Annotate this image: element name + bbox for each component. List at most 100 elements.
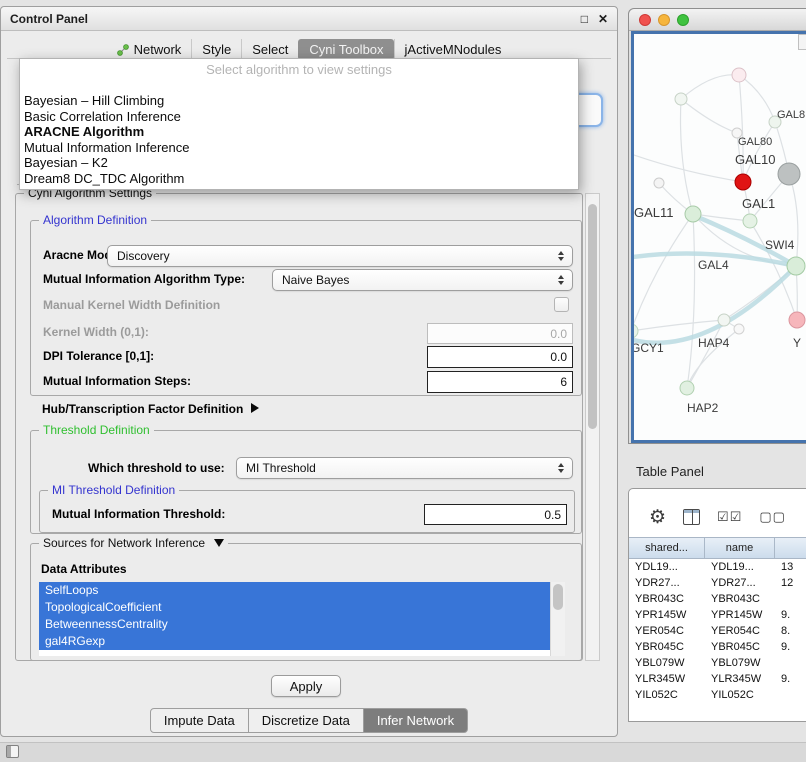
mi-type-combo[interactable]: Naive Bayes xyxy=(272,269,573,291)
scrollbar-thumb[interactable] xyxy=(553,584,563,610)
algorithm-definition-title: Algorithm Definition xyxy=(39,213,151,227)
hub-section-toggle[interactable]: Hub/Transcription Factor Definition xyxy=(42,402,259,416)
sources-group-title[interactable]: Sources for Network Inference xyxy=(39,536,228,550)
collapsed-arrow-icon xyxy=(251,403,259,413)
attribute-item[interactable]: gal4RGexp xyxy=(39,633,550,650)
table-row[interactable]: YER054CYER054C8. xyxy=(629,623,806,639)
aracne-mode-combo[interactable]: Discovery xyxy=(107,245,573,267)
columns-icon[interactable] xyxy=(683,509,700,525)
network-edge xyxy=(789,174,798,266)
tab-label: Network xyxy=(134,42,182,57)
column-header[interactable]: shared... xyxy=(629,538,705,558)
table-row[interactable]: YPR145WYPR145W9. xyxy=(629,607,806,623)
data-attributes-list: SelfLoopsTopologicalCoefficientBetweenne… xyxy=(39,582,565,656)
network-node[interactable] xyxy=(675,93,687,105)
kernel-width-value: 0.0 xyxy=(550,327,567,341)
table-row[interactable]: YBL079WYBL079W xyxy=(629,655,806,671)
network-node[interactable] xyxy=(743,214,757,228)
attribute-item[interactable]: SelfLoops xyxy=(39,582,550,599)
attribute-item[interactable]: TopologicalCoefficient xyxy=(39,599,550,616)
table-panel-window: ⚙ ☑☑ ▢▢ shared...name YDL19...YDL19...13… xyxy=(628,488,806,722)
canvas-scroll-corner xyxy=(798,34,806,50)
tab-infer-network[interactable]: Infer Network xyxy=(364,708,468,733)
tab-jactivemnodules[interactable]: jActiveMNodules xyxy=(394,39,512,60)
table-cell: YBR045C xyxy=(629,639,705,655)
algorithm-option[interactable]: Basic Correlation Inference xyxy=(20,109,578,125)
control-panel-window: Control Panel □ ✕ Network Style Select C… xyxy=(0,6,618,737)
tab-network[interactable]: Network xyxy=(107,39,192,60)
close-icon[interactable]: ✕ xyxy=(598,12,608,26)
table-row[interactable]: YBR043CYBR043C xyxy=(629,591,806,607)
mi-threshold-label: Mutual Information Threshold: xyxy=(52,507,225,521)
network-node-label: HAP4 xyxy=(698,336,730,350)
manual-kernel-checkbox[interactable] xyxy=(554,297,569,312)
which-threshold-combo[interactable]: MI Threshold xyxy=(236,457,573,479)
algorithm-dropdown-list: Bayesian – Hill ClimbingBasic Correlatio… xyxy=(20,93,578,186)
network-node[interactable] xyxy=(685,206,701,222)
minimize-traffic-light[interactable] xyxy=(658,14,670,26)
table-cell: YIL052C xyxy=(629,687,705,703)
tab-style[interactable]: Style xyxy=(191,39,241,60)
tab-cyni-toolbox[interactable]: Cyni Toolbox xyxy=(298,39,393,60)
algorithm-option[interactable]: Bayesian – Hill Climbing xyxy=(20,93,578,109)
table-row[interactable]: YBR045CYBR045C9. xyxy=(629,639,806,655)
network-node-label: GAL11 xyxy=(634,205,674,220)
algorithm-option[interactable]: Dream8 DC_TDC Algorithm xyxy=(20,171,578,187)
network-node[interactable] xyxy=(718,314,730,326)
algorithm-option[interactable]: Mutual Information Inference xyxy=(20,140,578,156)
table-row[interactable]: YIL052CYIL052C xyxy=(629,687,806,703)
zoom-traffic-light[interactable] xyxy=(677,14,689,26)
network-node[interactable] xyxy=(732,68,746,82)
deselect-all-icon[interactable]: ▢▢ xyxy=(759,509,786,525)
algorithm-option[interactable]: ARACNE Algorithm xyxy=(20,124,578,140)
status-strip xyxy=(0,742,806,762)
network-node[interactable] xyxy=(680,381,694,395)
network-node[interactable] xyxy=(787,257,805,275)
mi-steps-field[interactable]: 6 xyxy=(427,371,573,393)
restore-panel-icon[interactable] xyxy=(6,745,19,758)
table-row[interactable]: YLR345WYLR345W9. xyxy=(629,671,806,687)
tab-label: Select xyxy=(252,42,288,57)
network-graph: GAL8GAL80GAL10GAL11GAL1SWI4GAL4GCY1HAP4Y… xyxy=(634,34,806,440)
column-header[interactable] xyxy=(775,538,806,558)
attribute-item[interactable]: BetweennessCentrality xyxy=(39,616,550,633)
tab-discretize-data[interactable]: Discretize Data xyxy=(249,708,364,733)
network-node[interactable] xyxy=(778,163,800,185)
close-traffic-light[interactable] xyxy=(639,14,651,26)
settings-scrollbar[interactable] xyxy=(585,193,600,661)
table-cell: 9. xyxy=(775,607,806,623)
network-node[interactable] xyxy=(789,312,805,328)
table-cell: 9. xyxy=(775,639,806,655)
scrollbar-thumb[interactable] xyxy=(588,204,597,429)
column-header[interactable]: name xyxy=(705,538,775,558)
network-node[interactable] xyxy=(734,324,744,334)
algorithm-dropdown-popup: Select algorithm to view settings Bayesi… xyxy=(19,58,579,190)
mi-threshold-value: 0.5 xyxy=(544,508,561,522)
attribute-list-scrollbar[interactable] xyxy=(550,582,565,656)
network-node-label: GAL80 xyxy=(738,136,772,148)
network-node[interactable] xyxy=(735,174,751,190)
network-edge xyxy=(634,154,743,182)
expanded-arrow-icon xyxy=(214,539,224,547)
columns-icon-divider xyxy=(692,510,693,524)
table-cell: YPR145W xyxy=(705,607,775,623)
network-canvas[interactable]: GAL8GAL80GAL10GAL11GAL1SWI4GAL4GCY1HAP4Y… xyxy=(631,31,806,443)
float-window-icon[interactable]: □ xyxy=(581,12,588,26)
tab-select[interactable]: Select xyxy=(241,39,298,60)
tab-impute-data[interactable]: Impute Data xyxy=(150,708,249,733)
apply-button[interactable]: Apply xyxy=(271,675,341,697)
network-node[interactable] xyxy=(634,324,638,338)
dpi-tolerance-field[interactable]: 0.0 xyxy=(427,346,573,368)
gear-icon[interactable]: ⚙ xyxy=(649,508,666,527)
table-cell: YIL052C xyxy=(705,687,775,703)
select-all-icon[interactable]: ☑☑ xyxy=(717,509,742,525)
mi-threshold-field[interactable]: 0.5 xyxy=(424,504,567,525)
table-row[interactable]: YDR27...YDR27...12 xyxy=(629,575,806,591)
table-row[interactable]: YDL19...YDL19...13 xyxy=(629,559,806,575)
kernel-width-field[interactable]: 0.0 xyxy=(427,323,573,344)
network-node-label: GAL4 xyxy=(698,258,729,272)
network-edge-highlighted xyxy=(634,266,796,343)
algorithm-option[interactable]: Bayesian – K2 xyxy=(20,155,578,171)
network-node[interactable] xyxy=(654,178,664,188)
table-body: YDL19...YDL19...13YDR27...YDR27...12YBR0… xyxy=(629,559,806,721)
